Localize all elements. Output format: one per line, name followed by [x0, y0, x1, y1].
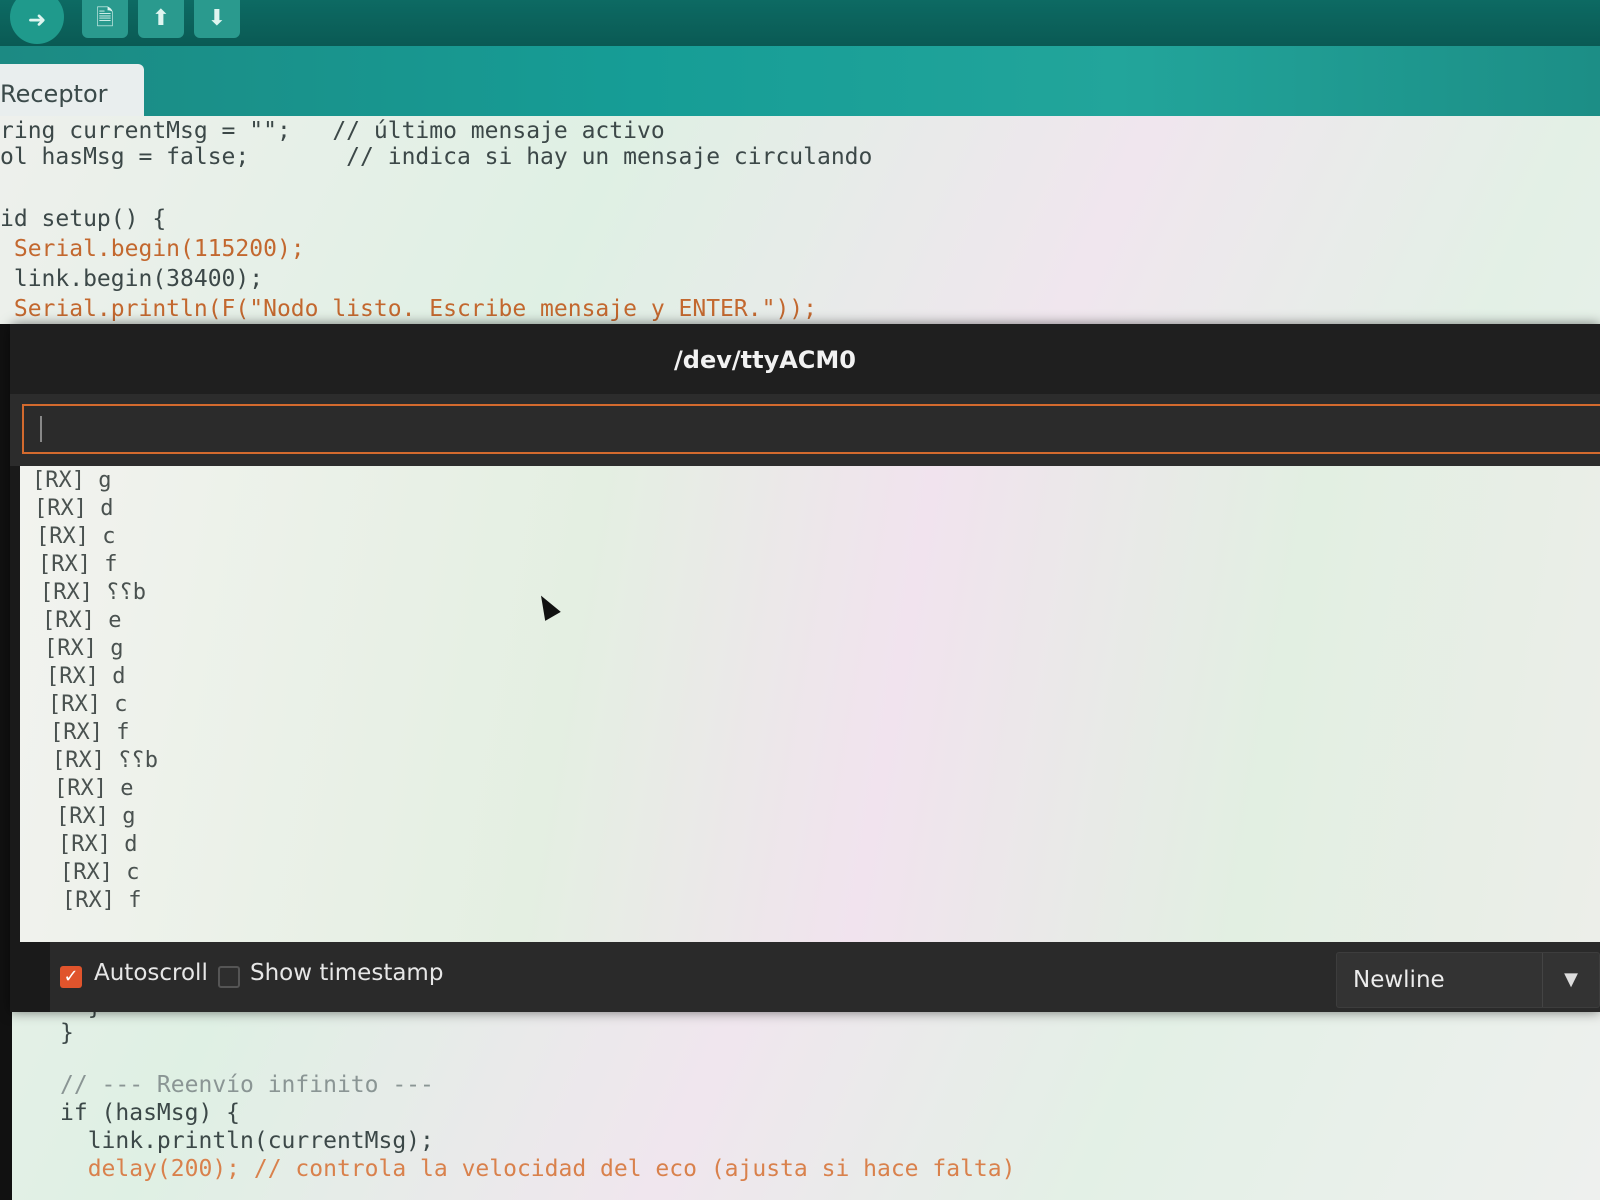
autoscroll-label[interactable]: Autoscroll [94, 960, 208, 986]
new-sketch-button[interactable]: 🗎 [82, 0, 128, 38]
output-line: [RX] e [54, 776, 134, 801]
code-line: link.println(currentMsg); [60, 1128, 434, 1154]
line-ending-select[interactable]: Newline ▼ [1336, 952, 1600, 1008]
code-line: Serial.begin(115200); [0, 236, 305, 262]
code-line: if (hasMsg) { [60, 1100, 241, 1126]
show-timestamp-checkbox[interactable] [218, 966, 240, 988]
code-line: // --- Reenvío infinito --- [60, 1072, 434, 1098]
open-sketch-button[interactable]: ⬆ [138, 0, 184, 38]
output-line: [RX] c [48, 692, 128, 717]
send-input[interactable] [22, 404, 1600, 454]
output-line: [RX] ⸮⸮b [52, 748, 158, 773]
arrow-right-icon: ➜ [27, 8, 47, 33]
output-line: [RX] e [42, 608, 122, 633]
monitor-footer: ✓ Autoscroll Show timestamp Newline ▼ [50, 942, 1600, 1012]
ide-toolbar: ➜ 🗎 ⬆ ⬇ [0, 0, 1600, 46]
output-line: [RX] d [58, 832, 138, 857]
line-ending-value: Newline [1353, 967, 1445, 993]
show-timestamp-label[interactable]: Show timestamp [250, 960, 443, 986]
serial-monitor-window: /dev/ttyACM0 [RX] g [RX] d [RX] c [RX] f… [10, 324, 1600, 1012]
serial-monitor-title: /dev/ttyACM0 [10, 324, 1600, 394]
tab-bar: Receptor [0, 46, 1600, 116]
checkmark-icon: ✓ [63, 966, 79, 987]
serial-output[interactable]: [RX] g [RX] d [RX] c [RX] f [RX] ⸮⸮b [RX… [20, 466, 1600, 942]
code-line: id setup() { [0, 206, 167, 232]
code-line: delay(200); // controla la velocidad del… [60, 1156, 1016, 1182]
output-line: [RX] d [46, 664, 126, 689]
tab-label: Receptor [0, 80, 108, 108]
output-line: [RX] ⸮⸮b [40, 580, 146, 605]
chevron-down-icon[interactable]: ▼ [1542, 953, 1599, 1007]
output-line: [RX] g [32, 468, 112, 493]
text-caret [40, 416, 42, 442]
code-line: Serial.println(F("Nodo listo. Escribe me… [0, 296, 817, 322]
autoscroll-checkbox[interactable]: ✓ [60, 966, 82, 988]
output-line: [RX] f [50, 720, 130, 745]
upload-sketch-button[interactable]: ➜ [10, 0, 64, 44]
new-file-icon: 🗎 [96, 6, 114, 31]
save-sketch-button[interactable]: ⬇ [194, 0, 240, 38]
output-line: [RX] d [34, 496, 114, 521]
code-line: } [60, 1020, 74, 1046]
output-line: [RX] g [44, 636, 124, 661]
code-line: link.begin(38400); [0, 266, 264, 292]
output-line: [RX] c [60, 860, 140, 885]
tab-receptor[interactable]: Receptor [0, 64, 144, 116]
send-row [10, 394, 1600, 466]
output-line: [RX] c [36, 524, 116, 549]
code-line: ol hasMsg = false; // indica si hay un m… [0, 144, 873, 170]
output-line: [RX] g [56, 804, 136, 829]
upload-icon: ⬆ [151, 6, 171, 31]
output-line: [RX] f [38, 552, 118, 577]
output-line: [RX] f [62, 888, 142, 913]
download-icon: ⬇ [207, 6, 227, 31]
